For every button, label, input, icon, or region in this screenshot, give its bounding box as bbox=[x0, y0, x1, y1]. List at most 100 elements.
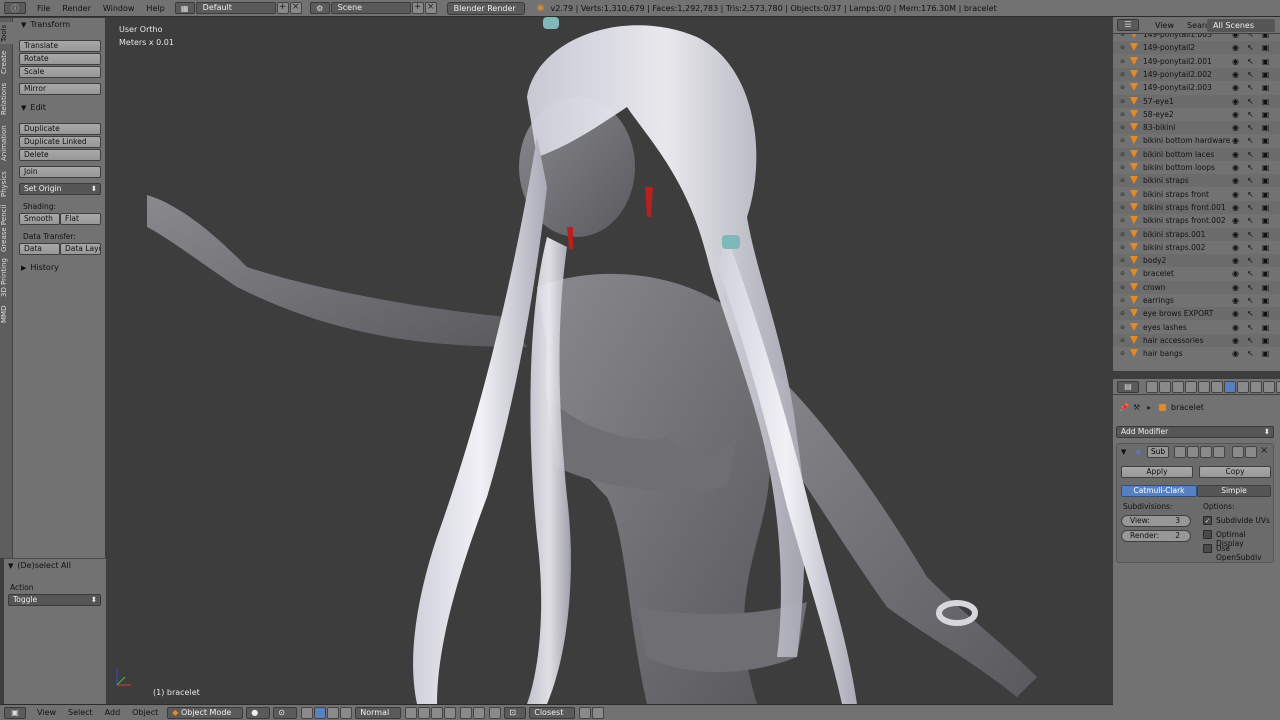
translate-button[interactable]: Translate bbox=[19, 40, 101, 52]
constraints-tab-icon[interactable] bbox=[1211, 381, 1223, 393]
menu-object[interactable]: Object bbox=[126, 708, 164, 717]
visibility-eye-icon[interactable]: ◉ bbox=[1231, 243, 1240, 252]
editor-type-icon[interactable]: ⓘ bbox=[4, 2, 26, 14]
expand-icon[interactable]: ⊕ bbox=[1120, 281, 1125, 294]
render-camera-icon[interactable]: ▣ bbox=[1261, 110, 1270, 119]
render-camera-icon[interactable]: ▣ bbox=[1261, 296, 1270, 305]
expand-icon[interactable]: ⊕ bbox=[1120, 267, 1125, 280]
shading-dropdown[interactable]: ● bbox=[246, 706, 271, 719]
3d-viewport[interactable]: User Ortho Meters x 0.01 (1) bracelet bbox=[107, 17, 1110, 704]
outliner-display-mode[interactable]: All Scenes bbox=[1207, 19, 1275, 32]
expand-icon[interactable]: ⊕ bbox=[1120, 307, 1125, 320]
tab-grease-pencil[interactable]: Grease Pencil bbox=[0, 204, 13, 252]
visibility-eye-icon[interactable]: ◉ bbox=[1231, 163, 1240, 172]
scene-field[interactable]: Scene bbox=[330, 2, 411, 14]
outliner-item[interactable]: ⊕ bikini straps.002 ◉ ↖ ▣ bbox=[1113, 241, 1280, 254]
outliner-view-menu[interactable]: View bbox=[1155, 21, 1174, 30]
outliner-item[interactable]: ⊕ 83-bikini ◉ ↖ ▣ bbox=[1113, 121, 1280, 135]
render-camera-icon[interactable]: ▣ bbox=[1261, 323, 1270, 332]
mirror-button[interactable]: Mirror bbox=[19, 83, 101, 95]
visibility-eye-icon[interactable]: ◉ bbox=[1231, 309, 1240, 318]
simple-button[interactable]: Simple bbox=[1197, 485, 1271, 497]
menu-help[interactable]: Help bbox=[140, 4, 170, 13]
pivot-dropdown[interactable]: ⊙ bbox=[273, 706, 298, 719]
add-modifier-dropdown[interactable]: Add Modifier ⬍ bbox=[1116, 426, 1274, 438]
outliner-item[interactable]: ⊕ bikini straps front ◉ ↖ ▣ bbox=[1113, 188, 1280, 201]
tab-mmd[interactable]: MMD bbox=[0, 304, 13, 324]
manipulator-toggle-icon[interactable] bbox=[301, 706, 314, 719]
render-animation-icon[interactable] bbox=[592, 706, 605, 719]
selectability-arrow-icon[interactable]: ↖ bbox=[1246, 283, 1255, 292]
selectability-arrow-icon[interactable]: ↖ bbox=[1246, 269, 1255, 278]
expand-icon[interactable]: ⊕ bbox=[1120, 121, 1125, 134]
tab-create[interactable]: Create bbox=[0, 48, 13, 76]
remove-scene-button[interactable]: × bbox=[424, 2, 437, 14]
render-camera-icon[interactable]: ▣ bbox=[1261, 136, 1270, 145]
selectability-arrow-icon[interactable]: ↖ bbox=[1246, 110, 1255, 119]
expand-icon[interactable]: ⊕ bbox=[1120, 294, 1125, 307]
expand-icon[interactable]: ⊕ bbox=[1120, 254, 1125, 267]
render-camera-icon[interactable]: ▣ bbox=[1261, 349, 1270, 358]
move-up-icon[interactable] bbox=[1232, 446, 1244, 458]
layer-1-icon[interactable] bbox=[405, 706, 418, 719]
expand-icon[interactable]: ⊕ bbox=[1120, 41, 1125, 54]
scale-button[interactable]: Scale bbox=[19, 66, 101, 78]
material-tab-icon[interactable] bbox=[1250, 381, 1262, 393]
visibility-eye-icon[interactable]: ◉ bbox=[1231, 123, 1240, 132]
visibility-eye-icon[interactable]: ◉ bbox=[1231, 136, 1240, 145]
texture-tab-icon[interactable] bbox=[1263, 381, 1275, 393]
catmull-clark-button[interactable]: Catmull-Clark bbox=[1121, 485, 1197, 497]
scene-icon[interactable]: ⚙ bbox=[309, 2, 330, 14]
selectability-arrow-icon[interactable]: ↖ bbox=[1246, 176, 1255, 185]
properties-editor-icon[interactable]: ▤ bbox=[1117, 381, 1139, 393]
selectability-arrow-icon[interactable]: ↖ bbox=[1246, 296, 1255, 305]
visibility-eye-icon[interactable]: ◉ bbox=[1231, 57, 1240, 66]
outliner-item[interactable]: ⊕ 149-ponytail1.003 ◉ ↖ ▣ bbox=[1113, 34, 1280, 41]
operator-panel-header[interactable]: ▼ (De)select All bbox=[8, 561, 71, 570]
selectability-arrow-icon[interactable]: ↖ bbox=[1246, 57, 1255, 66]
expand-icon[interactable]: ⊕ bbox=[1120, 148, 1125, 161]
world-tab-icon[interactable] bbox=[1185, 381, 1197, 393]
selectability-arrow-icon[interactable]: ↖ bbox=[1246, 336, 1255, 345]
selectability-arrow-icon[interactable]: ↖ bbox=[1246, 203, 1255, 212]
visibility-eye-icon[interactable]: ◉ bbox=[1231, 323, 1240, 332]
selectability-arrow-icon[interactable]: ↖ bbox=[1246, 43, 1255, 52]
tab-relations[interactable]: Relations bbox=[0, 80, 13, 118]
snap-element-dropdown[interactable]: ⊡ bbox=[504, 706, 527, 719]
visibility-eye-icon[interactable]: ◉ bbox=[1231, 83, 1240, 92]
snap-toggle-icon[interactable] bbox=[489, 706, 502, 719]
render-camera-icon[interactable]: ▣ bbox=[1261, 203, 1270, 212]
subdivide-uvs-checkbox[interactable]: ✓ bbox=[1203, 516, 1212, 525]
render-camera-icon[interactable]: ▣ bbox=[1261, 336, 1270, 345]
data-button[interactable]: Data bbox=[19, 243, 60, 255]
modifiers-tab-icon[interactable] bbox=[1224, 381, 1236, 393]
outliner-item[interactable]: ⊕ eye brows EXPORT ◉ ↖ ▣ bbox=[1113, 307, 1280, 321]
render-camera-icon[interactable]: ▣ bbox=[1261, 43, 1270, 52]
selectability-arrow-icon[interactable]: ↖ bbox=[1246, 323, 1255, 332]
expand-icon[interactable]: ⊕ bbox=[1120, 34, 1125, 41]
tab-animation[interactable]: Animation bbox=[0, 122, 13, 164]
outliner-item[interactable]: ⊕ eyes lashes ◉ ↖ ▣ bbox=[1113, 321, 1280, 334]
selectability-arrow-icon[interactable]: ↖ bbox=[1246, 136, 1255, 145]
modifier-name-field[interactable]: Sub bbox=[1147, 446, 1169, 458]
outliner-item[interactable]: ⊕ bikini bottom loops ◉ ↖ ▣ bbox=[1113, 161, 1280, 174]
object-tab-icon[interactable] bbox=[1198, 381, 1210, 393]
render-camera-icon[interactable]: ▣ bbox=[1261, 34, 1270, 39]
set-origin-dropdown[interactable]: Set Origin ⬍ bbox=[19, 183, 101, 195]
selectability-arrow-icon[interactable]: ↖ bbox=[1246, 83, 1255, 92]
render-camera-icon[interactable]: ▣ bbox=[1261, 83, 1270, 92]
outliner-item[interactable]: ⊕ bracelet ◉ ↖ ▣ bbox=[1113, 267, 1280, 280]
expand-icon[interactable]: ⊕ bbox=[1120, 134, 1125, 147]
visibility-eye-icon[interactable]: ◉ bbox=[1231, 190, 1240, 199]
visibility-eye-icon[interactable]: ◉ bbox=[1231, 203, 1240, 212]
outliner-editor-icon[interactable]: ☰ bbox=[1117, 19, 1139, 31]
flat-button[interactable]: Flat bbox=[60, 213, 101, 225]
outliner-item[interactable]: ⊕ hair accessories ◉ ↖ ▣ bbox=[1113, 333, 1280, 347]
layer-3-icon[interactable] bbox=[431, 706, 444, 719]
outliner-item[interactable]: ⊕ earrings ◉ ↖ ▣ bbox=[1113, 294, 1280, 307]
visibility-eye-icon[interactable]: ◉ bbox=[1231, 150, 1240, 159]
render-camera-icon[interactable]: ▣ bbox=[1261, 230, 1270, 239]
remove-layout-button[interactable]: × bbox=[289, 2, 302, 14]
delete-button[interactable]: Delete bbox=[19, 149, 101, 161]
outliner-item[interactable]: ⊕ 149-ponytail2.003 ◉ ↖ ▣ bbox=[1113, 81, 1280, 94]
